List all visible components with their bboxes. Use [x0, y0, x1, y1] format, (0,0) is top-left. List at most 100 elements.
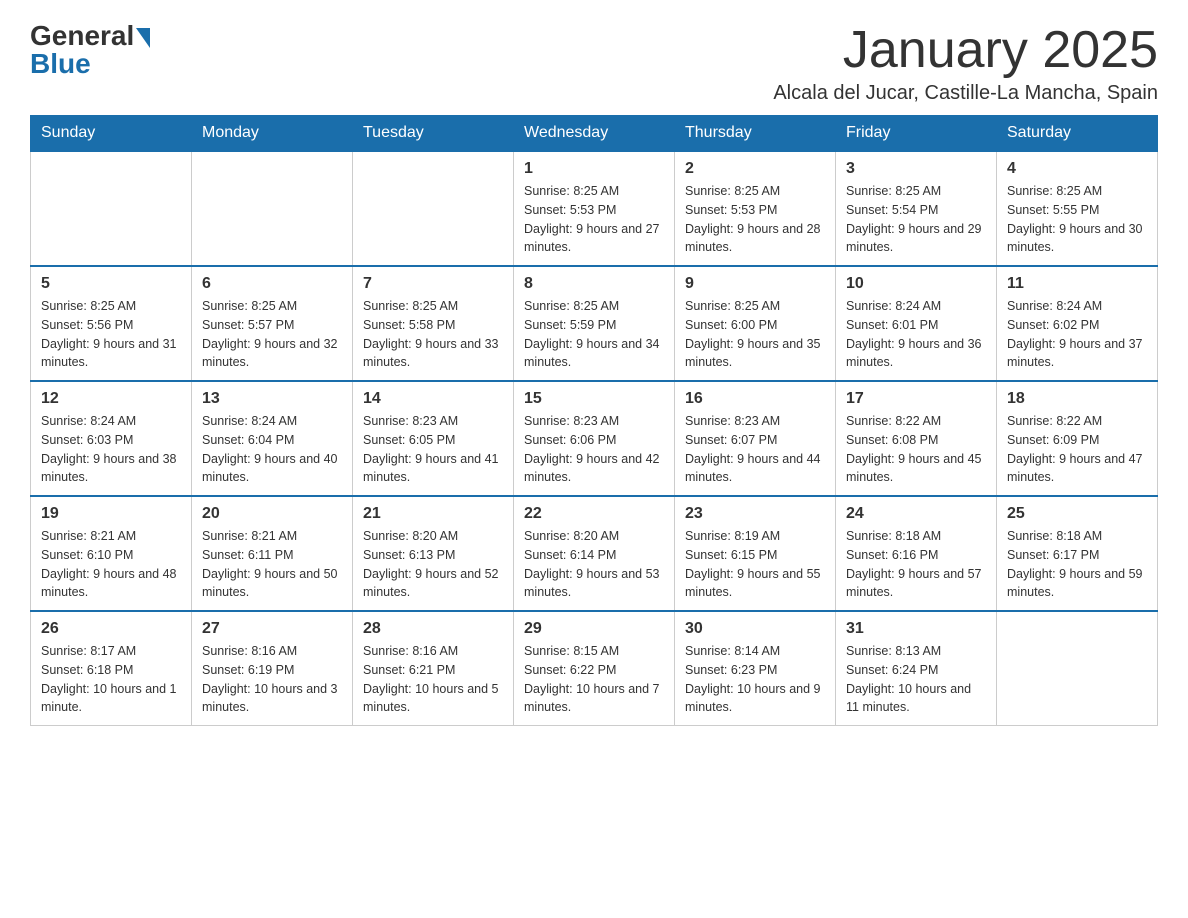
- calendar-cell: 31Sunrise: 8:13 AM Sunset: 6:24 PM Dayli…: [836, 611, 997, 726]
- calendar-cell: 11 Sunrise: 8:24 AM Sunset: 6:02 PM Dayli…: [997, 266, 1158, 381]
- calendar-cell: [31, 151, 192, 266]
- day-number: 8: [524, 275, 664, 293]
- day-info: Sunrise: 8:25 AM Sunset: 5:59 PM Dayligh…: [524, 297, 664, 372]
- calendar-cell: 1 Sunrise: 8:25 AM Sunset: 5:53 PM Daylig…: [514, 151, 675, 266]
- day-number: 25: [1007, 505, 1147, 523]
- logo: General Blue: [30, 20, 150, 80]
- calendar-week-row: 12 Sunrise: 8:24 AM Sunset: 6:03 PM Dayli…: [31, 381, 1158, 496]
- calendar-cell: 29 Sunrise: 8:15 AM Sunset: 6:22 PM Dayli…: [514, 611, 675, 726]
- day-info: Sunrise: 8:20 AM Sunset: 6:13 PM Dayligh…: [363, 527, 503, 602]
- calendar-cell: 13Sunrise: 8:24 AM Sunset: 6:04 PM Dayli…: [192, 381, 353, 496]
- calendar-cell: 3 Sunrise: 8:25 AM Sunset: 5:54 PM Daylig…: [836, 151, 997, 266]
- calendar-week-row: 26 Sunrise: 8:17 AM Sunset: 6:18 PM Dayli…: [31, 611, 1158, 726]
- calendar-cell: 10Sunrise: 8:24 AM Sunset: 6:01 PM Dayli…: [836, 266, 997, 381]
- calendar-cell: 22Sunrise: 8:20 AM Sunset: 6:14 PM Dayli…: [514, 496, 675, 611]
- calendar-cell: 6 Sunrise: 8:25 AM Sunset: 5:57 PM Daylig…: [192, 266, 353, 381]
- calendar-cell: 9Sunrise: 8:25 AM Sunset: 6:00 PM Daylig…: [675, 266, 836, 381]
- weekday-header-sunday: Sunday: [31, 116, 192, 152]
- day-number: 29: [524, 620, 664, 638]
- day-info: Sunrise: 8:24 AM Sunset: 6:04 PM Dayligh…: [202, 412, 342, 487]
- day-info: Sunrise: 8:24 AM Sunset: 6:01 PM Dayligh…: [846, 297, 986, 372]
- calendar-cell: 14Sunrise: 8:23 AM Sunset: 6:05 PM Dayli…: [353, 381, 514, 496]
- day-number: 5: [41, 275, 181, 293]
- calendar-cell: 20 Sunrise: 8:21 AM Sunset: 6:11 PM Dayli…: [192, 496, 353, 611]
- day-info: Sunrise: 8:25 AM Sunset: 5:58 PM Dayligh…: [363, 297, 503, 372]
- day-number: 22: [524, 505, 664, 523]
- day-info: Sunrise: 8:25 AM Sunset: 5:53 PM Dayligh…: [685, 182, 825, 257]
- day-number: 17: [846, 390, 986, 408]
- calendar-week-row: 5 Sunrise: 8:25 AM Sunset: 5:56 PM Daylig…: [31, 266, 1158, 381]
- day-info: Sunrise: 8:16 AM Sunset: 6:21 PM Dayligh…: [363, 642, 503, 717]
- title-block: January 2025 Alcala del Jucar, Castille-…: [773, 20, 1158, 105]
- day-number: 11: [1007, 275, 1147, 293]
- weekday-header-friday: Friday: [836, 116, 997, 152]
- day-number: 9: [685, 275, 825, 293]
- day-info: Sunrise: 8:13 AM Sunset: 6:24 PM Dayligh…: [846, 642, 986, 717]
- day-number: 23: [685, 505, 825, 523]
- location-title: Alcala del Jucar, Castille-La Mancha, Sp…: [773, 82, 1158, 105]
- calendar-week-row: 19Sunrise: 8:21 AM Sunset: 6:10 PM Dayli…: [31, 496, 1158, 611]
- day-number: 12: [41, 390, 181, 408]
- logo-blue-text: Blue: [30, 48, 91, 80]
- calendar-cell: 25 Sunrise: 8:18 AM Sunset: 6:17 PM Dayli…: [997, 496, 1158, 611]
- day-info: Sunrise: 8:25 AM Sunset: 5:53 PM Dayligh…: [524, 182, 664, 257]
- calendar-cell: 8 Sunrise: 8:25 AM Sunset: 5:59 PM Daylig…: [514, 266, 675, 381]
- calendar-cell: 23 Sunrise: 8:19 AM Sunset: 6:15 PM Dayli…: [675, 496, 836, 611]
- day-number: 1: [524, 160, 664, 178]
- day-info: Sunrise: 8:25 AM Sunset: 5:54 PM Dayligh…: [846, 182, 986, 257]
- weekday-header-monday: Monday: [192, 116, 353, 152]
- calendar-cell: 26 Sunrise: 8:17 AM Sunset: 6:18 PM Dayli…: [31, 611, 192, 726]
- calendar-cell: 27 Sunrise: 8:16 AM Sunset: 6:19 PM Dayli…: [192, 611, 353, 726]
- day-info: Sunrise: 8:16 AM Sunset: 6:19 PM Dayligh…: [202, 642, 342, 717]
- logo-triangle-icon: [136, 28, 150, 48]
- day-info: Sunrise: 8:18 AM Sunset: 6:16 PM Dayligh…: [846, 527, 986, 602]
- day-number: 28: [363, 620, 503, 638]
- calendar-table: SundayMondayTuesdayWednesdayThursdayFrid…: [30, 115, 1158, 726]
- day-info: Sunrise: 8:23 AM Sunset: 6:05 PM Dayligh…: [363, 412, 503, 487]
- calendar-cell: 21 Sunrise: 8:20 AM Sunset: 6:13 PM Dayli…: [353, 496, 514, 611]
- day-number: 20: [202, 505, 342, 523]
- day-info: Sunrise: 8:21 AM Sunset: 6:10 PM Dayligh…: [41, 527, 181, 602]
- calendar-cell: 18 Sunrise: 8:22 AM Sunset: 6:09 PM Dayli…: [997, 381, 1158, 496]
- day-info: Sunrise: 8:18 AM Sunset: 6:17 PM Dayligh…: [1007, 527, 1147, 602]
- day-number: 30: [685, 620, 825, 638]
- calendar-cell: 4Sunrise: 8:25 AM Sunset: 5:55 PM Daylig…: [997, 151, 1158, 266]
- day-info: Sunrise: 8:21 AM Sunset: 6:11 PM Dayligh…: [202, 527, 342, 602]
- weekday-header-thursday: Thursday: [675, 116, 836, 152]
- day-number: 26: [41, 620, 181, 638]
- day-info: Sunrise: 8:22 AM Sunset: 6:09 PM Dayligh…: [1007, 412, 1147, 487]
- day-info: Sunrise: 8:19 AM Sunset: 6:15 PM Dayligh…: [685, 527, 825, 602]
- day-info: Sunrise: 8:22 AM Sunset: 6:08 PM Dayligh…: [846, 412, 986, 487]
- day-number: 18: [1007, 390, 1147, 408]
- weekday-header-tuesday: Tuesday: [353, 116, 514, 152]
- day-number: 15: [524, 390, 664, 408]
- calendar-cell: [192, 151, 353, 266]
- day-info: Sunrise: 8:24 AM Sunset: 6:02 PM Dayligh…: [1007, 297, 1147, 372]
- day-info: Sunrise: 8:24 AM Sunset: 6:03 PM Dayligh…: [41, 412, 181, 487]
- day-number: 27: [202, 620, 342, 638]
- day-info: Sunrise: 8:23 AM Sunset: 6:06 PM Dayligh…: [524, 412, 664, 487]
- calendar-cell: 12 Sunrise: 8:24 AM Sunset: 6:03 PM Dayli…: [31, 381, 192, 496]
- day-number: 6: [202, 275, 342, 293]
- calendar-cell: 19Sunrise: 8:21 AM Sunset: 6:10 PM Dayli…: [31, 496, 192, 611]
- calendar-cell: 2 Sunrise: 8:25 AM Sunset: 5:53 PM Daylig…: [675, 151, 836, 266]
- month-title: January 2025: [773, 20, 1158, 80]
- day-info: Sunrise: 8:14 AM Sunset: 6:23 PM Dayligh…: [685, 642, 825, 717]
- day-number: 24: [846, 505, 986, 523]
- day-info: Sunrise: 8:17 AM Sunset: 6:18 PM Dayligh…: [41, 642, 181, 717]
- day-info: Sunrise: 8:15 AM Sunset: 6:22 PM Dayligh…: [524, 642, 664, 717]
- day-number: 7: [363, 275, 503, 293]
- day-number: 2: [685, 160, 825, 178]
- day-number: 21: [363, 505, 503, 523]
- day-info: Sunrise: 8:25 AM Sunset: 5:55 PM Dayligh…: [1007, 182, 1147, 257]
- weekday-header-saturday: Saturday: [997, 116, 1158, 152]
- day-info: Sunrise: 8:25 AM Sunset: 5:57 PM Dayligh…: [202, 297, 342, 372]
- calendar-week-row: 1 Sunrise: 8:25 AM Sunset: 5:53 PM Daylig…: [31, 151, 1158, 266]
- calendar-cell: 30 Sunrise: 8:14 AM Sunset: 6:23 PM Dayli…: [675, 611, 836, 726]
- day-info: Sunrise: 8:25 AM Sunset: 5:56 PM Dayligh…: [41, 297, 181, 372]
- calendar-cell: 24 Sunrise: 8:18 AM Sunset: 6:16 PM Dayli…: [836, 496, 997, 611]
- calendar-cell: 28 Sunrise: 8:16 AM Sunset: 6:21 PM Dayli…: [353, 611, 514, 726]
- day-info: Sunrise: 8:23 AM Sunset: 6:07 PM Dayligh…: [685, 412, 825, 487]
- calendar-cell: 15 Sunrise: 8:23 AM Sunset: 6:06 PM Dayli…: [514, 381, 675, 496]
- day-number: 3: [846, 160, 986, 178]
